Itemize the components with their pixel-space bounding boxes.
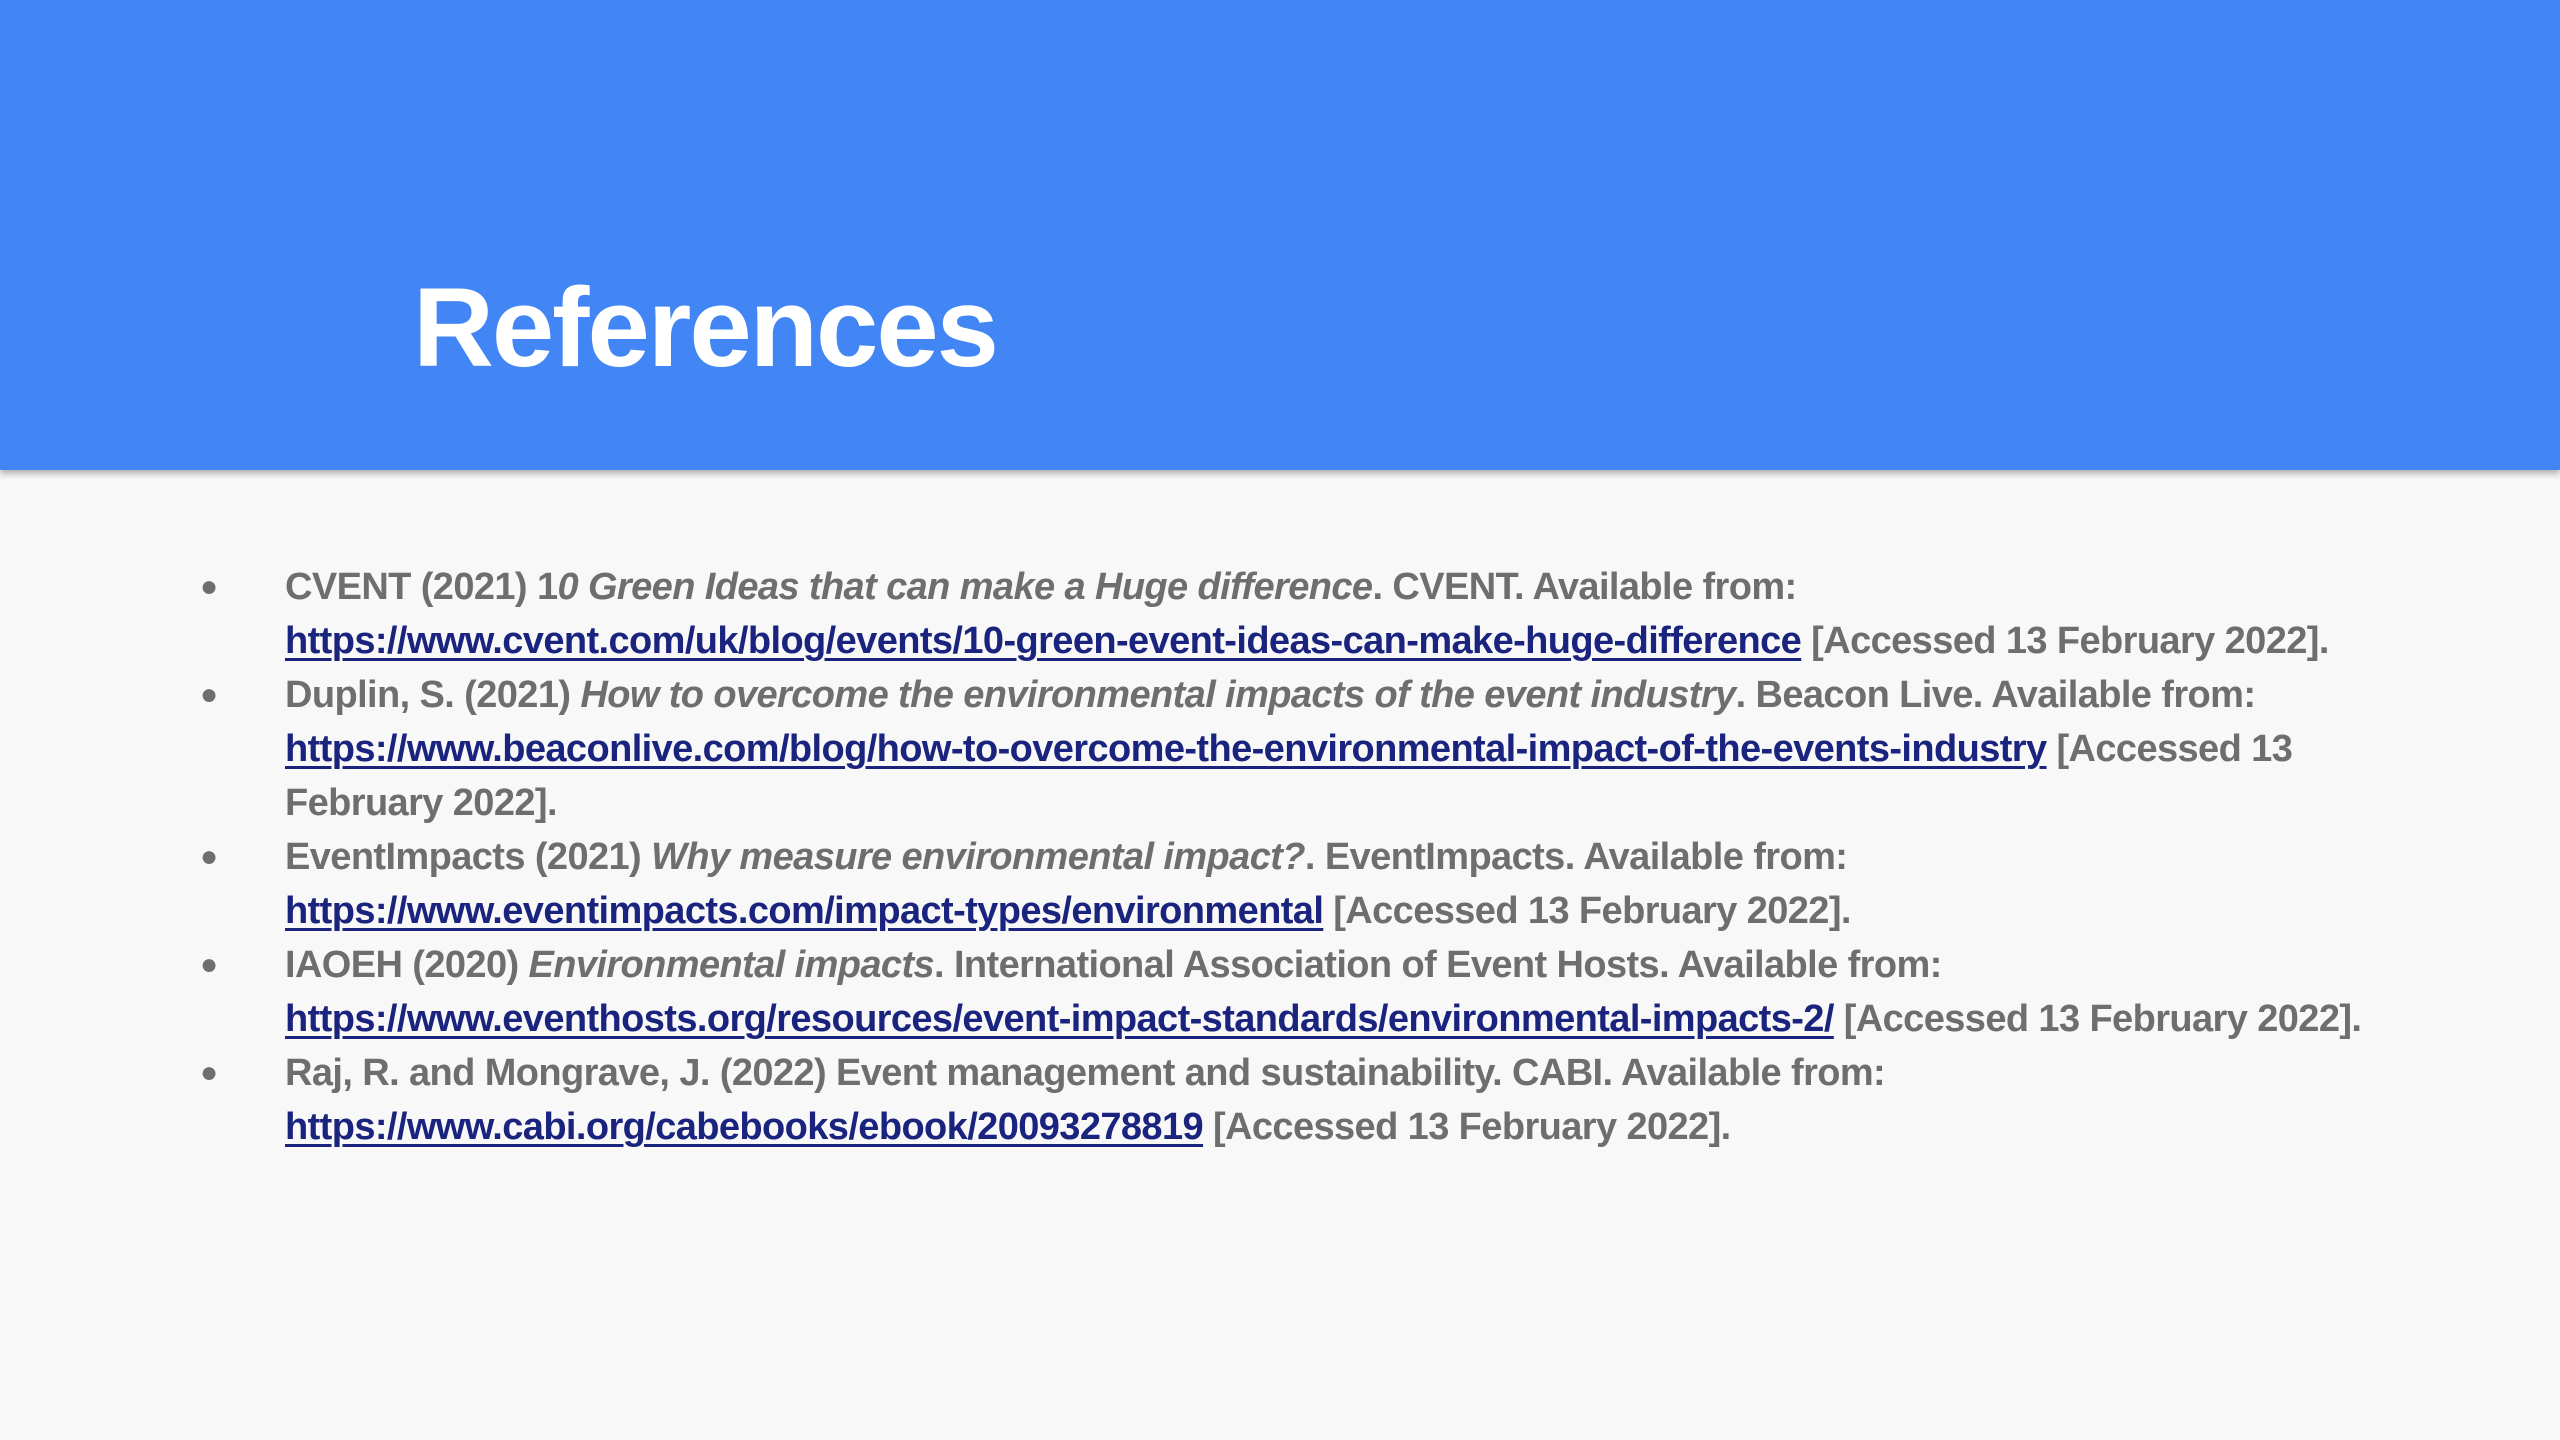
reference-accessed: [Accessed 13 February 2022]. — [1323, 890, 1851, 932]
reference-item-cvent: ● CVENT (2021) 10 Green Ideas that can ma… — [200, 560, 2400, 668]
reference-link[interactable]: https://www.cvent.com/uk/blog/events/10-… — [285, 620, 1802, 662]
reference-accessed: [Accessed 13 February 2022]. — [1833, 998, 2362, 1040]
reference-title: Environmental impacts — [528, 944, 935, 986]
reference-text: IAOEH (2020) — [285, 944, 529, 986]
reference-source: . EventImpacts. Available from: — [1304, 836, 1848, 878]
reference-source: . Beacon Live. Available from: — [1735, 674, 2256, 716]
reference-list: ● CVENT (2021) 10 Green Ideas that can ma… — [200, 560, 2400, 1154]
reference-title: 0 Green Ideas that can make a Huge diffe… — [557, 566, 1373, 608]
reference-link[interactable]: https://www.eventimpacts.com/impact-type… — [285, 890, 1324, 932]
reference-accessed: [Accessed 13 February 2022]. — [1801, 620, 2329, 662]
reference-source: . International Association of Event Hos… — [934, 944, 1942, 986]
reference-link[interactable]: https://www.cabi.org/cabebooks/ebook/200… — [285, 1106, 1204, 1148]
reference-accessed: [Accessed 13 February 2022]. — [1203, 1106, 1731, 1148]
slide-title: References — [413, 265, 999, 390]
reference-text: Duplin, S. (2021) — [285, 674, 581, 716]
reference-link[interactable]: https://www.beaconlive.com/blog/how-to-o… — [285, 728, 2047, 770]
reference-item-iaoeh: ● IAOEH (2020) Environmental impacts. Int… — [200, 938, 2400, 1046]
bullet-icon: ● — [200, 840, 218, 873]
title-banner: References — [0, 0, 2560, 470]
reference-item-duplin: ● Duplin, S. (2021) How to overcome the e… — [200, 668, 2400, 830]
reference-source: . CVENT. Available from: — [1372, 566, 1797, 608]
bullet-icon: ● — [200, 1056, 218, 1089]
slide: References ● CVENT (2021) 10 Green Ideas … — [0, 0, 2560, 1440]
reference-title: Why measure environmental impact? — [651, 836, 1305, 878]
bullet-icon: ● — [200, 678, 218, 711]
reference-item-eventimpacts: ● EventImpacts (2021) Why measure environ… — [200, 830, 2400, 938]
bullet-icon: ● — [200, 948, 218, 981]
reference-text: EventImpacts (2021) — [285, 836, 652, 878]
reference-link[interactable]: https://www.eventhosts.org/resources/eve… — [285, 998, 1834, 1040]
reference-item-raj: ● Raj, R. and Mongrave, J. (2022) Event m… — [200, 1046, 2400, 1154]
reference-text: Raj, R. and Mongrave, J. (2022) Event ma… — [285, 1052, 1886, 1094]
bullet-icon: ● — [200, 570, 218, 603]
reference-text: CVENT (2021) 1 — [285, 566, 558, 608]
reference-title: How to overcome the environmental impact… — [580, 674, 1736, 716]
